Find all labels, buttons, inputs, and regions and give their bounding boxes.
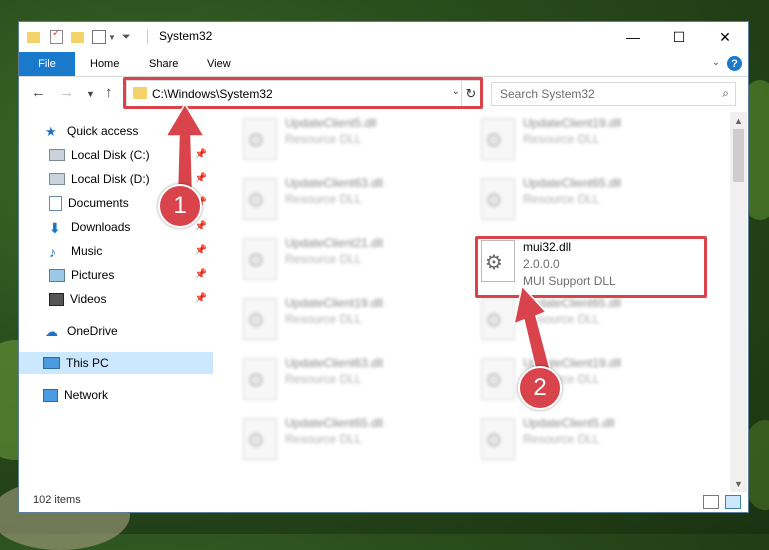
- network-icon: [43, 388, 58, 402]
- file-tile[interactable]: ⚙ UpdateClient19.dll Resource DLL: [473, 112, 693, 168]
- tab-share[interactable]: Share: [149, 52, 178, 76]
- file-tile[interactable]: ⚙ UpdateClient63.dll Resource DLL: [235, 352, 455, 408]
- sidebar-item-this-pc[interactable]: This PC: [19, 352, 213, 374]
- music-icon: ♪: [49, 244, 56, 260]
- maximize-button[interactable]: ☐: [656, 22, 702, 52]
- cloud-icon: ☁: [45, 324, 58, 339]
- drive-icon: [49, 149, 65, 161]
- scrollbar-thumb[interactable]: [733, 129, 744, 182]
- file-tile[interactable]: ⚙ UpdateClient63.dll Resource DLL: [235, 172, 455, 228]
- sidebar-item-onedrive[interactable]: ☁ OneDrive: [19, 320, 213, 342]
- search-box[interactable]: Search System32 ⌕: [491, 82, 736, 106]
- sidebar-item-music[interactable]: ♪ Music 📌: [19, 240, 213, 262]
- quick-access-toolbar: ✓ ▼ ⏷: [27, 28, 131, 46]
- close-button[interactable]: ✕: [702, 22, 748, 52]
- file-tile[interactable]: ⚙ UpdateClient21.dll Resource DLL: [235, 232, 455, 288]
- chevron-down-icon[interactable]: ▼: [108, 33, 116, 42]
- vertical-scrollbar[interactable]: ▲ ▼: [730, 112, 747, 492]
- file-tile[interactable]: ⚙ UpdateClient5.dll Resource DLL: [473, 412, 693, 468]
- file-tile[interactable]: ⚙ UpdateClient5.dll Resource DLL: [235, 112, 455, 168]
- customize-icon[interactable]: [92, 30, 106, 44]
- file-tile[interactable]: ⚙ UpdateClient19.dll Resource DLL: [235, 292, 455, 348]
- expand-ribbon-icon[interactable]: ⌄: [712, 57, 720, 68]
- star-icon: ★: [45, 124, 57, 139]
- computer-icon: [43, 357, 60, 369]
- minimize-button[interactable]: —: [610, 22, 656, 52]
- help-icon[interactable]: ?: [727, 56, 742, 71]
- tab-home[interactable]: Home: [90, 52, 119, 76]
- dll-file-icon: ⚙: [243, 418, 277, 460]
- details-view-icon[interactable]: [703, 495, 719, 509]
- dll-file-icon: ⚙: [481, 118, 515, 160]
- dll-file-icon: ⚙: [243, 178, 277, 220]
- item-count: 102 items: [33, 494, 81, 506]
- new-folder-icon[interactable]: [71, 31, 84, 43]
- title-separator: [147, 30, 148, 44]
- pin-icon[interactable]: 📌: [195, 269, 207, 280]
- sidebar-item-videos[interactable]: Videos 📌: [19, 288, 213, 310]
- dll-file-icon: ⚙: [243, 298, 277, 340]
- folder-icon[interactable]: [27, 31, 40, 43]
- file-tile[interactable]: ⚙ UpdateClient65.dll Resource DLL: [473, 172, 693, 228]
- videos-icon: [49, 292, 64, 306]
- large-icons-view-icon[interactable]: [725, 495, 741, 509]
- file-list: ⚙ UpdateClient5.dll Resource DLL ⚙ Updat…: [215, 112, 727, 492]
- navigation-bar: ← → ▼ ↑ C:\Windows\System32 ⌄ ↻ Search S…: [19, 77, 748, 110]
- dll-file-icon: ⚙: [243, 358, 277, 400]
- explorer-window: ✓ ▼ ⏷ System32 — ☐ ✕ File Home Share Vie…: [19, 22, 748, 512]
- pin-icon[interactable]: 📌: [195, 245, 207, 256]
- sidebar-item-pictures[interactable]: Pictures 📌: [19, 264, 213, 286]
- drive-icon: [49, 173, 65, 185]
- tab-file[interactable]: File: [19, 52, 75, 76]
- scroll-up-icon[interactable]: ▲: [730, 112, 747, 129]
- search-icon[interactable]: ⌕: [722, 86, 729, 101]
- tab-view[interactable]: View: [207, 52, 231, 76]
- annotation-badge-1: 1: [158, 184, 202, 228]
- up-arrow-icon[interactable]: ↑: [105, 84, 113, 101]
- dll-file-icon: ⚙: [243, 118, 277, 160]
- dll-file-icon: ⚙: [481, 178, 515, 220]
- title-bar: ✓ ▼ ⏷ System32 — ☐ ✕: [19, 22, 748, 52]
- dll-file-icon: ⚙: [481, 418, 515, 460]
- pin-icon[interactable]: 📌: [195, 221, 207, 232]
- properties-icon[interactable]: ✓: [50, 28, 63, 44]
- file-tile[interactable]: ⚙ UpdateClient65.dll Resource DLL: [235, 412, 455, 468]
- dropdown-icon[interactable]: ⏷: [122, 31, 131, 44]
- pictures-icon: [49, 268, 65, 282]
- back-arrow-icon[interactable]: ←: [31, 84, 46, 101]
- status-bar: 102 items: [19, 490, 748, 512]
- download-icon: ⬇: [49, 220, 61, 236]
- file-tile[interactable]: ⚙ UpdateClient65.dll Resource DLL: [473, 292, 693, 348]
- window-title: System32: [159, 29, 213, 43]
- annotation-badge-2: 2: [518, 366, 562, 410]
- recent-chevron-icon[interactable]: ▼: [86, 89, 95, 99]
- document-icon: [49, 195, 62, 211]
- forward-arrow-icon[interactable]: →: [59, 84, 74, 101]
- ribbon: File Home Share View ⌄ ?: [19, 52, 748, 77]
- file-tile[interactable]: ⚙ UpdateClient19.dll Resource DLL: [473, 352, 693, 408]
- sidebar-item-network[interactable]: Network: [19, 384, 213, 406]
- dll-file-icon: ⚙: [243, 238, 277, 280]
- search-input[interactable]: Search System32: [500, 87, 595, 101]
- pin-icon[interactable]: 📌: [195, 293, 207, 304]
